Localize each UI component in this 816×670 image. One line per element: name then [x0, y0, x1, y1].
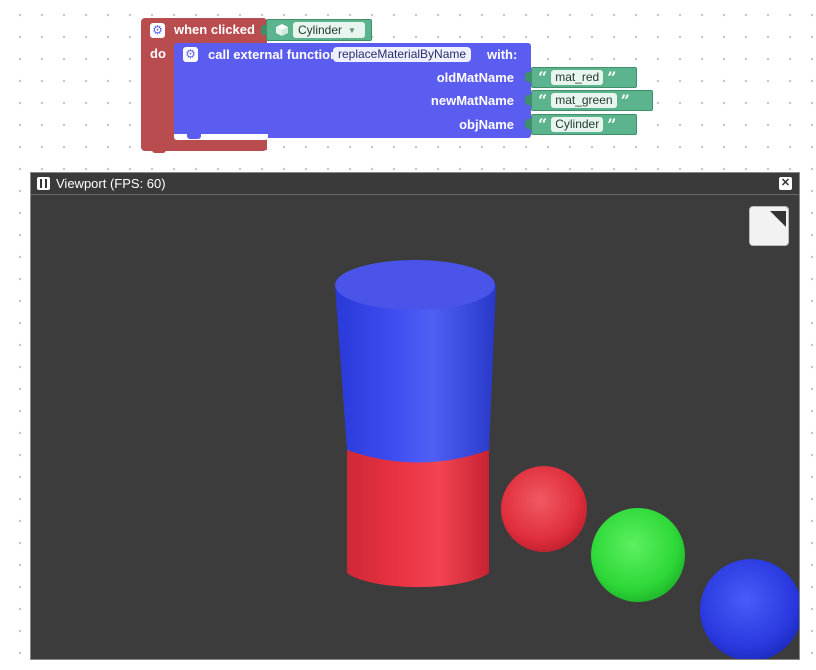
close-quote-icon: ” — [607, 67, 617, 87]
cylinder-upper-blue — [335, 285, 496, 463]
viewport-header: Viewport (FPS: 60) ✕ — [31, 173, 799, 195]
input-port — [525, 119, 531, 129]
with-label: with: — [487, 47, 518, 62]
input-port — [261, 25, 267, 35]
cylinder-lower-red — [347, 450, 489, 588]
string-value[interactable]: mat_green — [551, 93, 617, 108]
block-notch — [152, 148, 166, 153]
function-name-field[interactable]: replaceMaterialByName — [333, 47, 472, 62]
block-notch — [187, 133, 201, 139]
arg-label-newMatName: newMatName — [430, 93, 514, 108]
block-workspace[interactable]: ⚙ when clicked do Cylinder ▼ ⚙ call exte… — [0, 0, 816, 168]
close-quote-icon: ” — [607, 114, 617, 134]
sphere-blue[interactable] — [700, 559, 799, 659]
gear-icon[interactable]: ⚙ — [183, 47, 198, 62]
cylinder-top-face — [335, 260, 495, 310]
cube-icon — [275, 23, 289, 37]
string-value[interactable]: Cylinder — [551, 117, 604, 132]
object-selector-block[interactable]: Cylinder ▼ — [261, 19, 372, 41]
object-name: Cylinder — [298, 23, 343, 37]
arg-label-objName: objName — [459, 117, 514, 132]
open-quote-icon: “ — [538, 67, 548, 87]
scene-canvas[interactable] — [31, 195, 799, 659]
gear-icon[interactable]: ⚙ — [150, 23, 165, 38]
chevron-down-icon: ▼ — [348, 25, 356, 35]
open-quote-icon: “ — [538, 114, 548, 134]
string-block-objName[interactable]: “ Cylinder ” — [531, 114, 637, 135]
arg-label-oldMatName: oldMatName — [436, 70, 514, 85]
block-bottom-edge — [174, 140, 267, 150]
sphere-green[interactable] — [591, 508, 685, 602]
cylinder-object[interactable] — [335, 260, 496, 588]
input-port — [525, 72, 531, 82]
input-port — [525, 95, 531, 105]
string-block-oldMatName[interactable]: “ mat_red ” — [531, 67, 637, 88]
string-block-newMatName[interactable]: “ mat_green ” — [531, 90, 653, 111]
do-label: do — [150, 46, 166, 61]
close-icon[interactable]: ✕ — [779, 177, 792, 190]
pause-icon[interactable] — [37, 177, 50, 190]
viewport-title: Viewport (FPS: 60) — [56, 176, 166, 191]
when-clicked-label: when clicked — [174, 22, 255, 37]
call-prefix-label: call external function — [208, 47, 339, 62]
call-function-block[interactable]: ⚙ call external function replaceMaterial… — [174, 43, 531, 138]
sphere-red[interactable] — [501, 466, 587, 552]
close-quote-icon: ” — [620, 90, 630, 110]
object-dropdown[interactable]: Cylinder ▼ — [293, 22, 365, 38]
viewport-panel: Viewport (FPS: 60) ✕ — [30, 172, 800, 660]
string-value[interactable]: mat_red — [551, 70, 604, 85]
open-quote-icon: “ — [538, 90, 548, 110]
